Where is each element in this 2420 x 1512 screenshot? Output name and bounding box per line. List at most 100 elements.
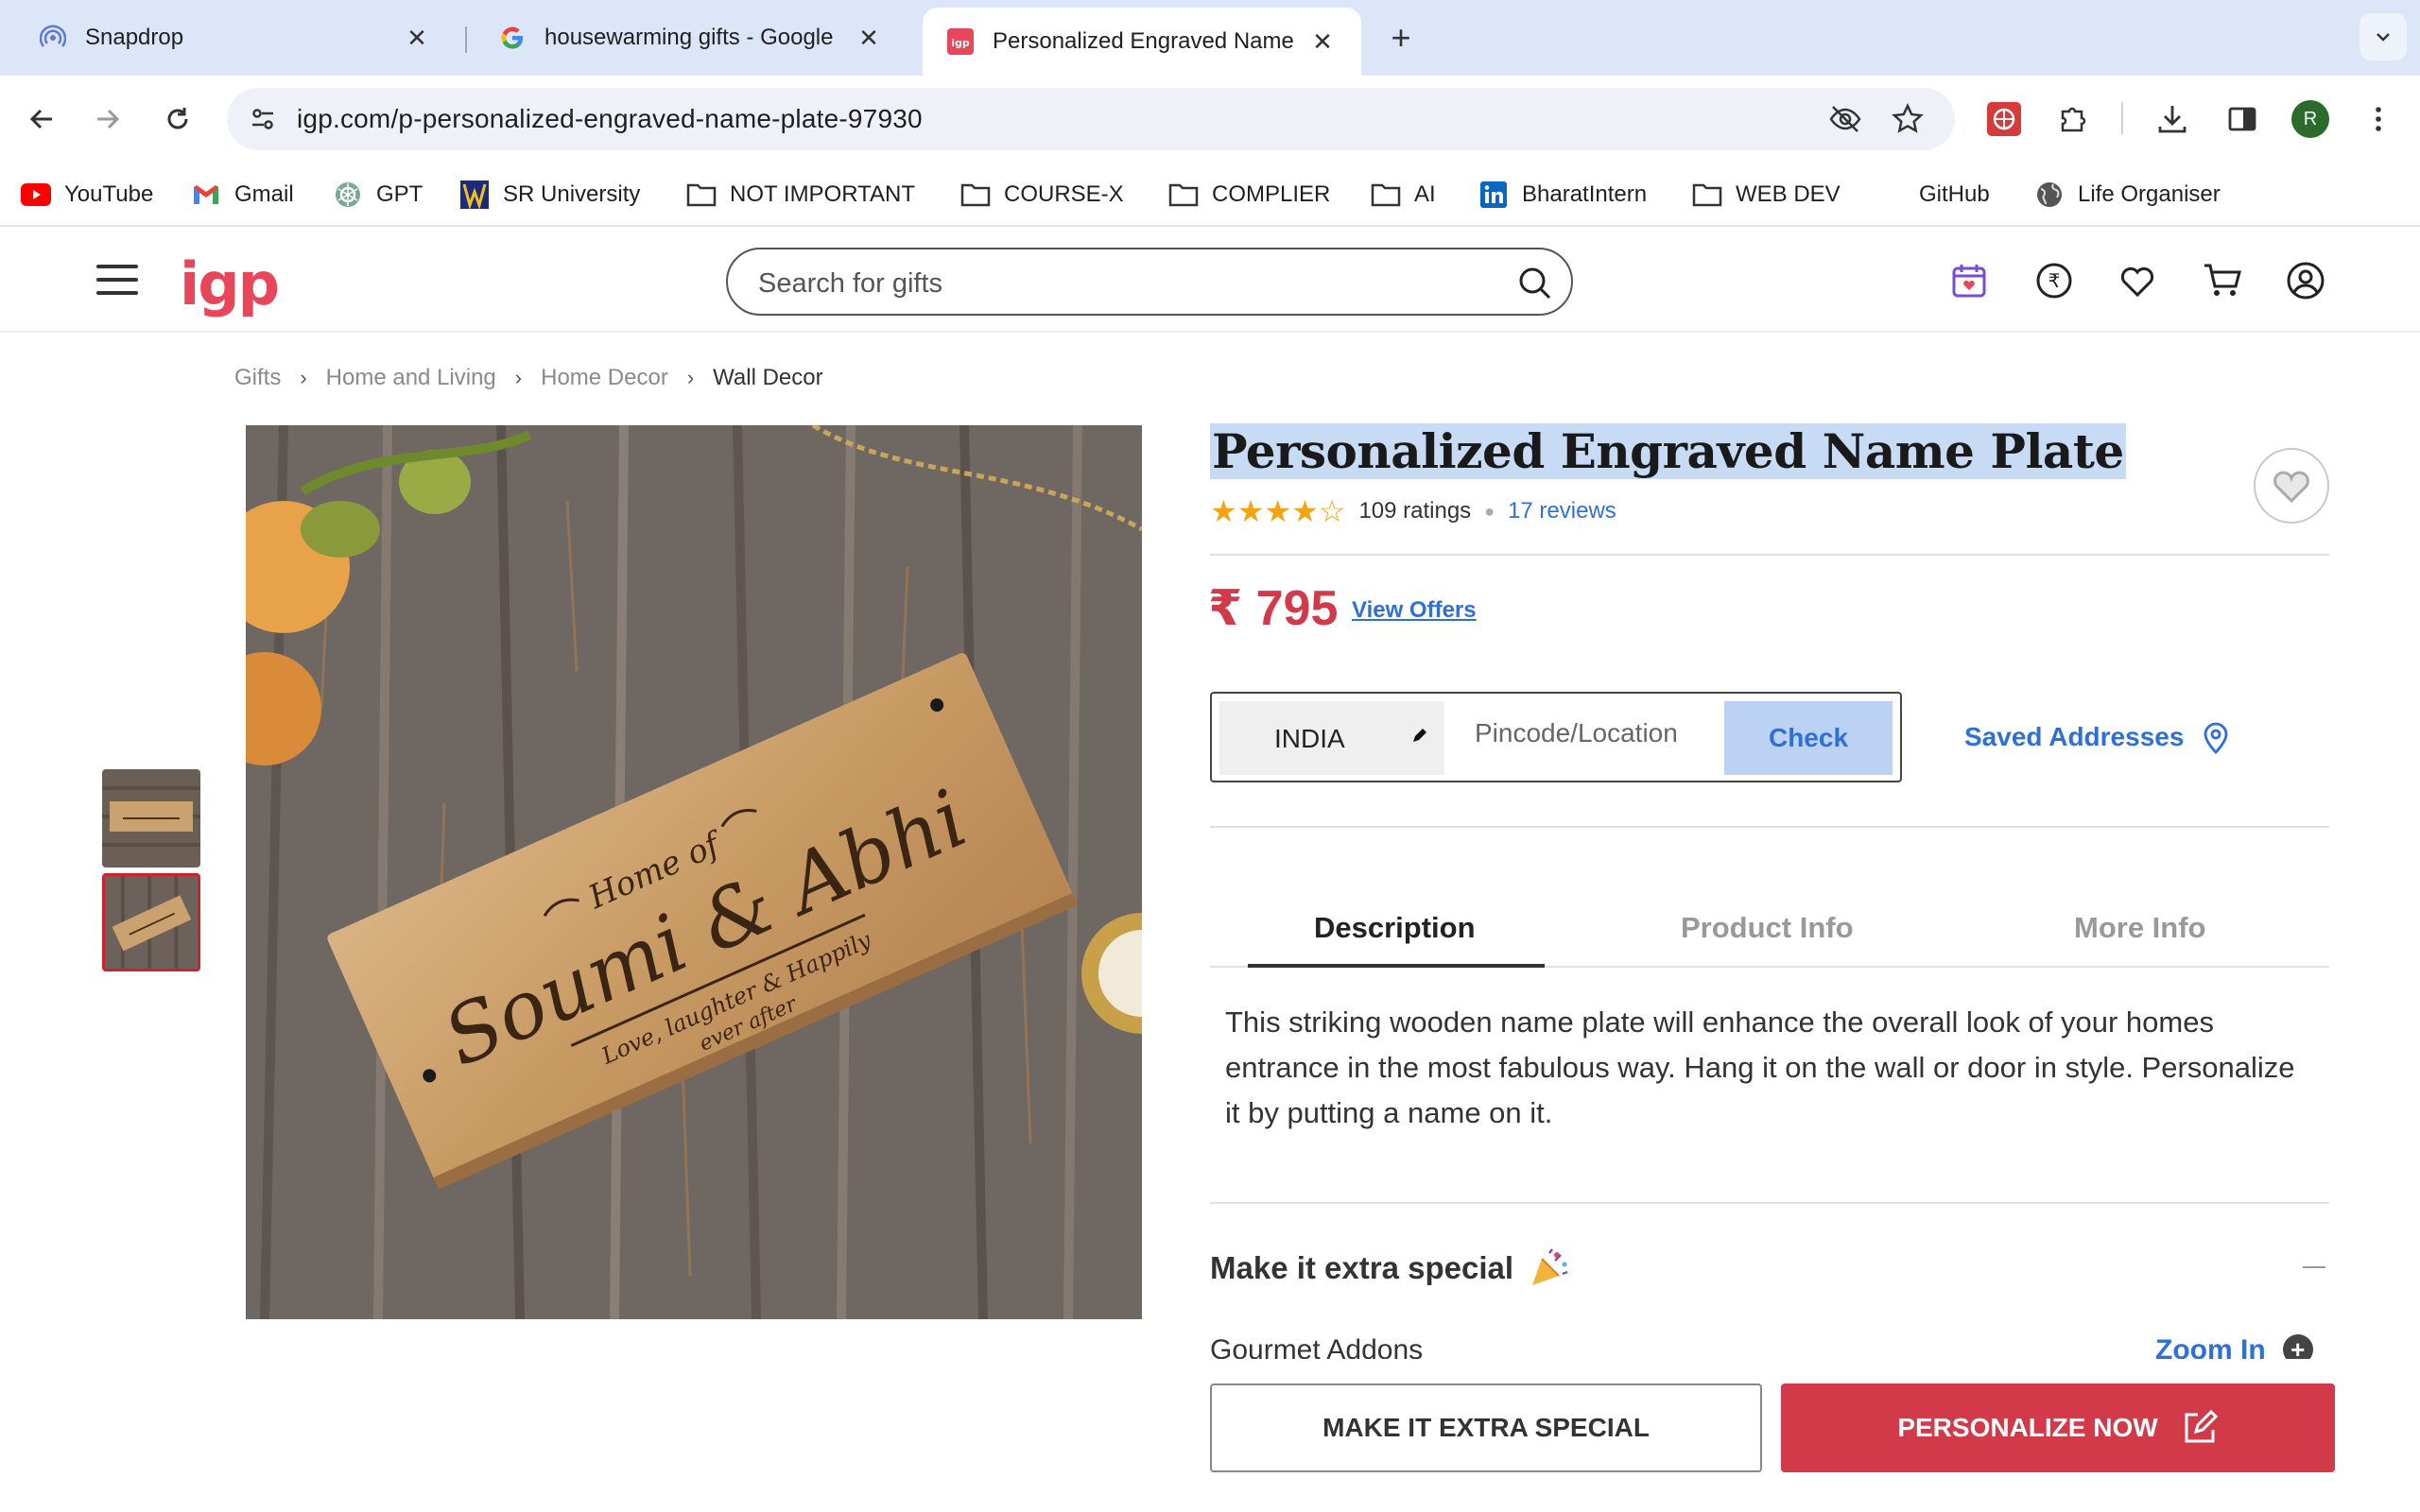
bookmark-label: Gmail (234, 181, 294, 207)
personalize-now-button[interactable]: PERSONALIZE NOW (1781, 1383, 2335, 1472)
browser-tab-strip: Snapdrop ✕ housewarming gifts - Google ✕… (0, 0, 2420, 76)
bookmark-ai[interactable]: AI (1371, 178, 1436, 212)
zoom-in-link[interactable]: Zoom In + (2155, 1334, 2313, 1359)
bookmark-bharatintern[interactable]: BharatIntern (1478, 178, 1647, 212)
collapse-icon[interactable] (2303, 1266, 2325, 1268)
tab-title: Snapdrop (85, 25, 184, 50)
google-icon (499, 25, 526, 51)
calendar-reminder-icon[interactable] (1945, 257, 1993, 304)
bookmark-not-important[interactable]: NOT IMPORTANT (686, 178, 915, 212)
chevron-right-icon: › (514, 366, 523, 389)
view-offers-link[interactable]: View Offers (1352, 597, 1477, 624)
product-main-image[interactable]: Home of Soumi & Abhi Love, laughter & Ha… (246, 425, 1142, 1319)
bookmark-life-organiser[interactable]: Life Organiser (2034, 178, 2221, 212)
reviews-link[interactable]: 17 reviews (1508, 498, 1616, 524)
currency-rupee-icon[interactable]: ₹ (2031, 257, 2078, 304)
side-panel-icon[interactable] (2221, 98, 2263, 140)
saved-addresses-link[interactable]: Saved Addresses (1964, 720, 2231, 754)
svg-text:₹: ₹ (2048, 269, 2061, 292)
forward-button[interactable] (85, 96, 130, 142)
igp-icon: igp (947, 28, 974, 55)
tab-separator (465, 26, 467, 53)
browser-toolbar: igp.com/p-personalized-engraved-name-pla… (0, 76, 2420, 163)
bookmarks-bar: YouTube Gmail GPT SR University NOT IMPO… (0, 163, 2420, 227)
download-icon[interactable] (2152, 98, 2193, 140)
sr-university-icon (459, 180, 490, 210)
search-icon[interactable] (1516, 265, 1554, 302)
bookmark-label: WEB DEV (1736, 181, 1841, 207)
bookmark-sr-university[interactable]: SR University (459, 178, 640, 212)
product-thumbnail-2[interactable] (102, 873, 200, 971)
heart-icon[interactable] (2114, 257, 2161, 304)
bookmark-course-x[interactable]: COURSE-X (960, 178, 1124, 212)
extra-special-section-title: Make it extra special (1210, 1247, 1570, 1289)
hamburger-menu-icon[interactable] (96, 265, 138, 297)
breadcrumb-home-and-living[interactable]: Home and Living (326, 365, 496, 391)
back-button[interactable] (19, 96, 64, 142)
breadcrumb-home-decor[interactable]: Home Decor (541, 365, 668, 391)
puzzle-icon[interactable] (2053, 98, 2095, 140)
cart-icon[interactable] (2199, 257, 2246, 304)
bookmark-complier[interactable]: COMPLIER (1168, 178, 1330, 212)
bookmark-gmail[interactable]: Gmail (191, 178, 294, 212)
eye-slash-icon[interactable] (1826, 100, 1864, 138)
tab-title: housewarming gifts - Google (544, 25, 834, 50)
zoom-in-label: Zoom In (2155, 1334, 2266, 1359)
bookmark-label: Life Organiser (2078, 181, 2221, 207)
country-selector[interactable]: INDIA (1219, 701, 1444, 775)
site-info-icon[interactable] (244, 100, 282, 138)
tab-igp-product[interactable]: igp Personalized Engraved Name ✕ (923, 8, 1361, 76)
bookmark-web-dev[interactable]: WEB DEV (1692, 178, 1841, 212)
bookmark-label: COMPLIER (1212, 181, 1331, 207)
close-icon[interactable]: ✕ (855, 24, 883, 52)
site-logo[interactable]: igp (180, 249, 280, 318)
chevron-right-icon: › (686, 366, 695, 389)
make-extra-special-button[interactable]: MAKE IT EXTRA SPECIAL (1210, 1383, 1762, 1472)
site-header: igp Search for gifts ₹ (0, 229, 2420, 333)
tab-search-button[interactable] (2360, 13, 2407, 60)
bookmark-github[interactable]: GitHub (1919, 178, 1990, 212)
tab-snapdrop[interactable]: Snapdrop ✕ (15, 8, 456, 68)
close-icon[interactable]: ✕ (1308, 27, 1337, 56)
pincode-input[interactable]: Pincode/Location (1475, 718, 1678, 748)
arrow-right-icon (97, 109, 120, 129)
bookmark-label: YouTube (64, 181, 154, 207)
wishlist-button[interactable] (2254, 448, 2329, 524)
folder-icon (1371, 180, 1401, 210)
star-icon[interactable] (1889, 100, 1927, 138)
product-thumbnail-1[interactable] (102, 769, 200, 868)
breadcrumb-gifts[interactable]: Gifts (234, 365, 281, 391)
close-icon[interactable]: ✕ (403, 24, 431, 52)
product-title: Personalized Engraved Name Plate (1210, 423, 2126, 479)
tab-description[interactable]: Description (1314, 911, 1476, 945)
bookmark-gpt[interactable]: GPT (333, 178, 423, 212)
account-icon[interactable] (2282, 257, 2329, 304)
bookmark-youtube[interactable]: YouTube (21, 178, 153, 212)
search-input[interactable]: Search for gifts (726, 248, 1573, 316)
address-bar[interactable]: igp.com/p-personalized-engraved-name-pla… (227, 88, 1955, 150)
folder-icon (1692, 180, 1722, 210)
location-pin-icon (2204, 722, 2228, 754)
kebab-menu-icon[interactable] (2358, 98, 2399, 140)
tab-more-info[interactable]: More Info (2074, 911, 2206, 945)
avatar[interactable]: R (2291, 100, 2329, 138)
bookmark-label: BharatIntern (1522, 181, 1648, 207)
personalize-now-label: PERSONALIZE NOW (1897, 1413, 2158, 1442)
globe-icon (2034, 180, 2065, 210)
new-tab-button[interactable]: + (1382, 18, 1420, 57)
folder-icon (686, 180, 717, 210)
check-button[interactable]: Check (1724, 701, 1893, 775)
reload-button[interactable] (155, 96, 200, 142)
country-name: INDIA (1274, 724, 1345, 753)
divider (1210, 826, 2329, 828)
pencil-icon (1413, 729, 1426, 742)
product-price: ₹ 795 (1208, 581, 1339, 636)
heart-icon (2273, 471, 2309, 504)
tab-google-search[interactable]: housewarming gifts - Google ✕ (475, 8, 908, 68)
breadcrumb-wall-decor: Wall Decor (713, 365, 823, 390)
extension-red-icon[interactable] (1983, 98, 2025, 140)
product-description: This striking wooden name plate will enh… (1225, 1005, 2295, 1129)
tab-product-info[interactable]: Product Info (1681, 911, 1854, 945)
ratings-count: 109 ratings (1358, 498, 1472, 524)
divider (1210, 1202, 2329, 1204)
